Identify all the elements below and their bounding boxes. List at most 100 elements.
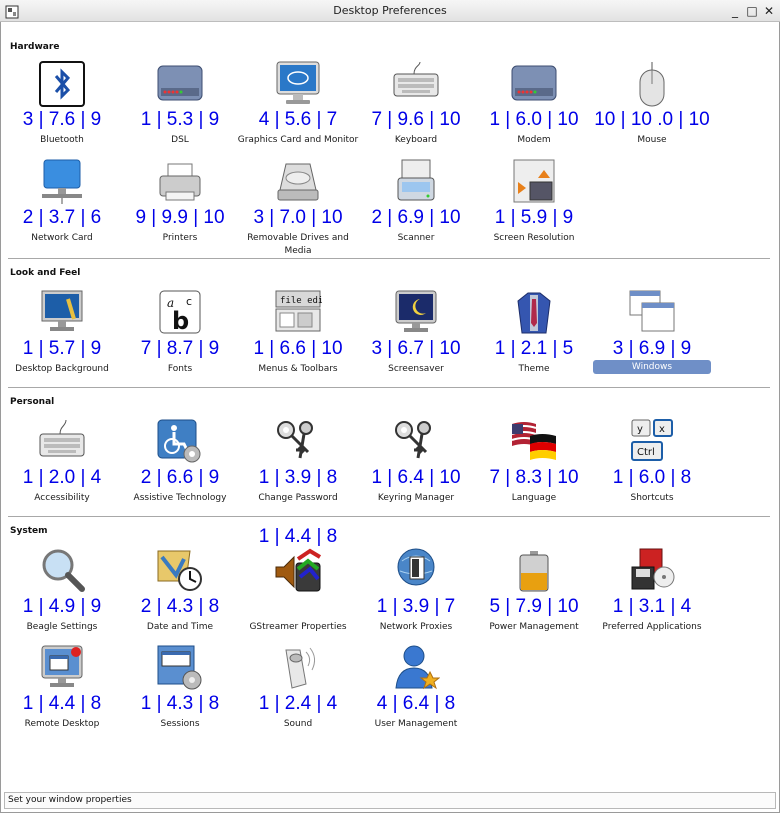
- item-language[interactable]: 7 | 8.3 | 10 Language: [475, 418, 593, 510]
- windows-icon: [628, 289, 676, 337]
- item-scanner[interactable]: 2 | 6.9 | 10 Scanner: [357, 158, 475, 250]
- item-windows[interactable]: 3 | 6.9 | 9 Windows: [593, 289, 711, 381]
- item-label: Accessibility: [34, 493, 90, 503]
- item-label: Screen Resolution: [493, 233, 575, 243]
- item-label: Screensaver: [388, 364, 444, 374]
- item-printers[interactable]: 9 | 9.9 | 10 Printers: [121, 158, 239, 250]
- item-network-proxies[interactable]: 1 | 3.9 | 7 Network Proxies: [357, 547, 475, 639]
- item-score: 1 | 6.0 | 8: [612, 467, 692, 488]
- section-title-hardware: Hardware: [10, 42, 60, 52]
- item-desktop-background[interactable]: 1 | 5.7 | 9 Desktop Background: [3, 289, 121, 381]
- title-bar: Desktop Preferences _ □ ✕: [0, 0, 780, 22]
- minimize-button[interactable]: _: [727, 3, 743, 19]
- item-label: Assistive Technology: [133, 493, 227, 503]
- close-button[interactable]: ✕: [761, 3, 777, 19]
- divider: [8, 258, 770, 259]
- item-label: DSL: [171, 135, 189, 145]
- item-screen-resolution[interactable]: 1 | 5.9 | 9 Screen Resolution: [475, 158, 593, 250]
- item-accessibility[interactable]: 1 | 2.0 | 4 Accessibility: [3, 418, 121, 510]
- item-score: 1 | 3.1 | 4: [612, 596, 692, 617]
- section-title-look-and-feel: Look and Feel: [10, 268, 81, 278]
- item-score: 10 | 10 .0 | 10: [594, 109, 710, 130]
- maximize-button[interactable]: □: [744, 3, 760, 19]
- removable-drive-icon: [274, 158, 322, 206]
- item-graphics-card-and-monitor[interactable]: 4 | 5.6 | 7 Graphics Card and Monitor: [237, 60, 359, 152]
- accessibility-keyboard-icon: [38, 418, 86, 466]
- remote-desktop-icon: [38, 644, 86, 692]
- item-removable-drives-and-media[interactable]: 3 | 7.0 | 10 Removable Drives and Media: [239, 158, 357, 256]
- preferred-applications-icon: [628, 547, 676, 595]
- assistive-technology-icon: [156, 418, 204, 466]
- theme-icon: [510, 289, 558, 337]
- item-theme[interactable]: 1 | 2.1 | 5 Theme: [475, 289, 593, 381]
- dsl-modem-icon: [156, 60, 204, 108]
- network-card-icon: [38, 158, 86, 206]
- item-label: Beagle Settings: [26, 622, 98, 632]
- window-title: Desktop Preferences: [333, 4, 447, 17]
- scanner-icon: [392, 158, 440, 206]
- item-score: 2 | 4.3 | 8: [140, 596, 220, 617]
- keyboard-icon: [392, 60, 440, 108]
- item-label: Fonts: [167, 364, 193, 374]
- keys-icon: [274, 418, 322, 466]
- svg-text:y: y: [637, 424, 643, 435]
- item-score: 1 | 5.9 | 9: [494, 207, 574, 228]
- item-assistive-technology[interactable]: 2 | 6.6 | 9 Assistive Technology: [121, 418, 239, 510]
- item-label: Change Password: [258, 493, 338, 503]
- bluetooth-icon: [38, 60, 86, 108]
- sessions-icon: [156, 644, 204, 692]
- item-menus-toolbars[interactable]: file edit 1 | 6.6 | 10 Menus & Toolbars: [239, 289, 357, 381]
- menus-toolbars-icon: file edit: [274, 289, 322, 337]
- item-mouse[interactable]: 10 | 10 .0 | 10 Mouse: [593, 60, 711, 152]
- section-title-system: System: [10, 526, 48, 536]
- item-screensaver[interactable]: 3 | 6.7 | 10 Screensaver: [357, 289, 475, 381]
- item-label: Remote Desktop: [24, 719, 100, 729]
- item-preferred-applications[interactable]: 1 | 3.1 | 4 Preferred Applications: [593, 547, 711, 639]
- item-label: Mouse: [637, 135, 667, 145]
- modem-icon: [510, 60, 558, 108]
- item-bluetooth[interactable]: 3 | 7.6 | 9 Bluetooth: [3, 60, 121, 152]
- mouse-icon: [628, 60, 676, 108]
- item-power-management[interactable]: 5 | 7.9 | 10 Power Management: [475, 547, 593, 639]
- fonts-icon: acb: [156, 289, 204, 337]
- divider: [8, 516, 770, 517]
- item-sessions[interactable]: 1 | 4.3 | 8 Sessions: [121, 644, 239, 736]
- item-label: Desktop Background: [15, 364, 109, 374]
- item-user-management[interactable]: 4 | 6.4 | 8 User Management: [357, 644, 475, 736]
- speaker-icon: [274, 644, 322, 692]
- gstreamer-icon: [274, 547, 322, 595]
- item-keyring-manager[interactable]: 1 | 6.4 | 10 Keyring Manager: [357, 418, 475, 510]
- item-dsl[interactable]: 1 | 5.3 | 9 DSL: [121, 60, 239, 152]
- item-gstreamer-properties[interactable]: 1 | 4.4 | 8 GStreamer Properties: [239, 526, 357, 639]
- divider: [8, 387, 770, 388]
- item-label: Date and Time: [146, 622, 214, 632]
- item-label: Language: [511, 493, 557, 503]
- item-label: User Management: [374, 719, 458, 729]
- item-modem[interactable]: 1 | 6.0 | 10 Modem: [475, 60, 593, 152]
- item-label: Windows: [593, 360, 711, 374]
- item-sound[interactable]: 1 | 2.4 | 4 Sound: [239, 644, 357, 736]
- item-label: Keyboard: [394, 135, 438, 145]
- item-fonts[interactable]: acb 7 | 8.7 | 9 Fonts: [121, 289, 239, 381]
- item-network-card[interactable]: 2 | 3.7 | 6 Network Card: [3, 158, 121, 250]
- item-label: Network Proxies: [379, 622, 453, 632]
- item-score: 4 | 6.4 | 8: [376, 693, 456, 714]
- item-label: Printers: [162, 233, 198, 243]
- item-remote-desktop[interactable]: 1 | 4.4 | 8 Remote Desktop: [3, 644, 121, 736]
- item-label: Power Management: [489, 622, 579, 632]
- svg-text:x: x: [659, 424, 665, 435]
- item-change-password[interactable]: 1 | 3.9 | 8 Change Password: [239, 418, 357, 510]
- language-flags-icon: [510, 418, 558, 466]
- item-label: Graphics Card and Monitor: [237, 135, 359, 145]
- svg-text:file edit: file edit: [280, 296, 322, 306]
- item-beagle-settings[interactable]: 1 | 4.9 | 9 Beagle Settings: [3, 547, 121, 639]
- screen-resolution-icon: [510, 158, 558, 206]
- svg-text:Ctrl: Ctrl: [637, 447, 655, 458]
- item-label: Scanner: [397, 233, 435, 243]
- item-date-and-time[interactable]: 2 | 4.3 | 8 Date and Time: [121, 547, 239, 639]
- monitor-icon: [274, 60, 322, 108]
- printer-icon: [156, 158, 204, 206]
- item-keyboard[interactable]: 7 | 9.6 | 10 Keyboard: [357, 60, 475, 152]
- item-shortcuts[interactable]: y x Ctrl 1 | 6.0 | 8 Shortcuts: [593, 418, 711, 510]
- screensaver-icon: [392, 289, 440, 337]
